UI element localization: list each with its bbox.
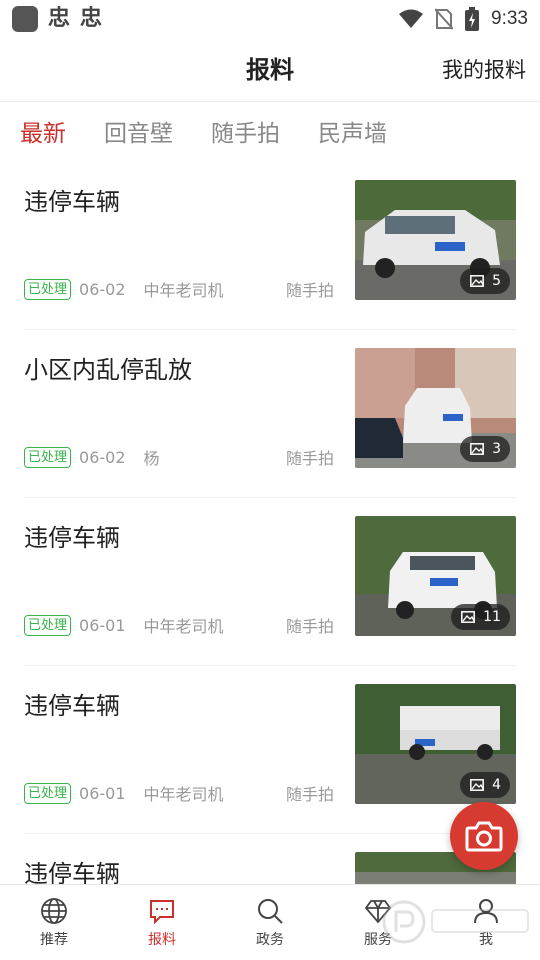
nav-label: 服务	[364, 931, 392, 948]
image-icon	[470, 779, 485, 791]
my-reports-button[interactable]: 我的报料	[442, 38, 526, 102]
chat-report-icon	[150, 899, 174, 924]
image-count-badge: 3	[460, 436, 510, 462]
image-count-badge: 4	[460, 772, 510, 798]
list-item[interactable]: 违停车辆	[24, 834, 516, 884]
item-thumbnail[interactable]: 3	[355, 348, 516, 468]
item-thumbnail[interactable]: 5	[355, 180, 516, 300]
wifi-icon	[399, 9, 424, 28]
item-user: 杨	[143, 449, 160, 468]
search-icon	[258, 898, 283, 924]
item-title: 违停车辆	[24, 524, 120, 552]
image-count-badge: 5	[460, 268, 510, 294]
image-count: 3	[492, 441, 501, 457]
notification-glyph: 忠	[80, 6, 103, 31]
image-count: 4	[492, 777, 501, 793]
item-category: 随手拍	[285, 281, 334, 300]
tab-snapshot[interactable]: 随手拍	[211, 114, 280, 148]
bottom-nav: 推荐 报料 政务 服务 我	[0, 884, 540, 960]
camera-report-button[interactable]	[450, 802, 518, 870]
item-title: 违停车辆	[24, 188, 120, 216]
image-icon	[470, 443, 485, 455]
list-item[interactable]: 小区内乱停乱放 已处理 06-02 杨 随手拍 3	[24, 330, 516, 498]
item-title: 违停车辆	[24, 860, 120, 884]
status-badge: 已处理	[24, 614, 72, 636]
tab-latest[interactable]: 最新	[20, 114, 66, 148]
status-badge: 已处理	[24, 278, 72, 300]
report-feed: 违停车辆 已处理 06-02 中年老司机 随手拍 5 小区内乱停乱放 已处理 0…	[0, 162, 540, 884]
item-date: 06-01	[79, 783, 126, 803]
image-icon	[470, 275, 485, 287]
diamond-icon	[364, 899, 392, 923]
item-date: 06-02	[79, 279, 126, 299]
nav-service[interactable]: 服务	[324, 885, 432, 960]
item-user: 中年老司机	[143, 281, 224, 300]
image-count-badge: 11	[451, 604, 510, 630]
status-badge: 已处理	[24, 782, 72, 804]
item-meta: 已处理 06-02 杨 随手拍	[24, 445, 334, 469]
item-thumbnail[interactable]: 4	[355, 684, 516, 804]
list-item[interactable]: 违停车辆 已处理 06-01 中年老司机 随手拍 4	[24, 666, 516, 834]
item-title: 违停车辆	[24, 692, 120, 720]
nav-report[interactable]: 报料	[108, 885, 216, 960]
image-icon	[461, 611, 476, 623]
item-title: 小区内乱停乱放	[24, 356, 192, 384]
nav-recommend[interactable]: 推荐	[0, 885, 108, 960]
nav-me[interactable]: 我	[432, 885, 540, 960]
tab-public-voice[interactable]: 民声墙	[318, 114, 387, 148]
nav-label: 报料	[148, 931, 176, 948]
person-icon	[474, 898, 498, 923]
item-category: 随手拍	[285, 617, 334, 636]
tab-echo-wall[interactable]: 回音壁	[104, 114, 173, 148]
item-date: 06-01	[79, 615, 126, 635]
globe-icon	[41, 897, 67, 924]
item-meta: 已处理 06-02 中年老司机 随手拍	[24, 277, 334, 301]
nav-label: 推荐	[40, 931, 68, 948]
battery-charging-icon	[465, 7, 480, 31]
list-item[interactable]: 违停车辆 已处理 06-01 中年老司机 随手拍 11	[24, 498, 516, 666]
item-date: 06-02	[79, 447, 126, 467]
status-badge: 已处理	[24, 446, 72, 468]
item-thumbnail[interactable]: 11	[355, 516, 516, 636]
item-meta: 已处理 06-01 中年老司机 随手拍	[24, 781, 334, 805]
image-count: 11	[483, 609, 501, 625]
status-bar: 忠 忠 9:33	[0, 0, 540, 38]
nav-label: 政务	[256, 931, 284, 948]
item-category: 随手拍	[285, 449, 334, 468]
item-user: 中年老司机	[143, 617, 224, 636]
list-item[interactable]: 违停车辆 已处理 06-02 中年老司机 随手拍 5	[24, 162, 516, 330]
app-notification-icon	[12, 6, 38, 32]
notification-glyph: 忠	[48, 6, 71, 31]
header: 报料 我的报料	[0, 38, 540, 102]
clock: 9:33	[491, 8, 528, 29]
nav-label: 我	[479, 931, 493, 948]
no-sim-icon	[435, 8, 454, 30]
nav-government[interactable]: 政务	[216, 885, 324, 960]
camera-icon	[465, 821, 503, 852]
item-category: 随手拍	[285, 785, 334, 804]
item-user: 中年老司机	[143, 785, 224, 804]
image-count: 5	[492, 273, 501, 289]
item-meta: 已处理 06-01 中年老司机 随手拍	[24, 613, 334, 637]
category-tabs: 最新 回音壁 随手拍 民声墙	[0, 102, 540, 160]
